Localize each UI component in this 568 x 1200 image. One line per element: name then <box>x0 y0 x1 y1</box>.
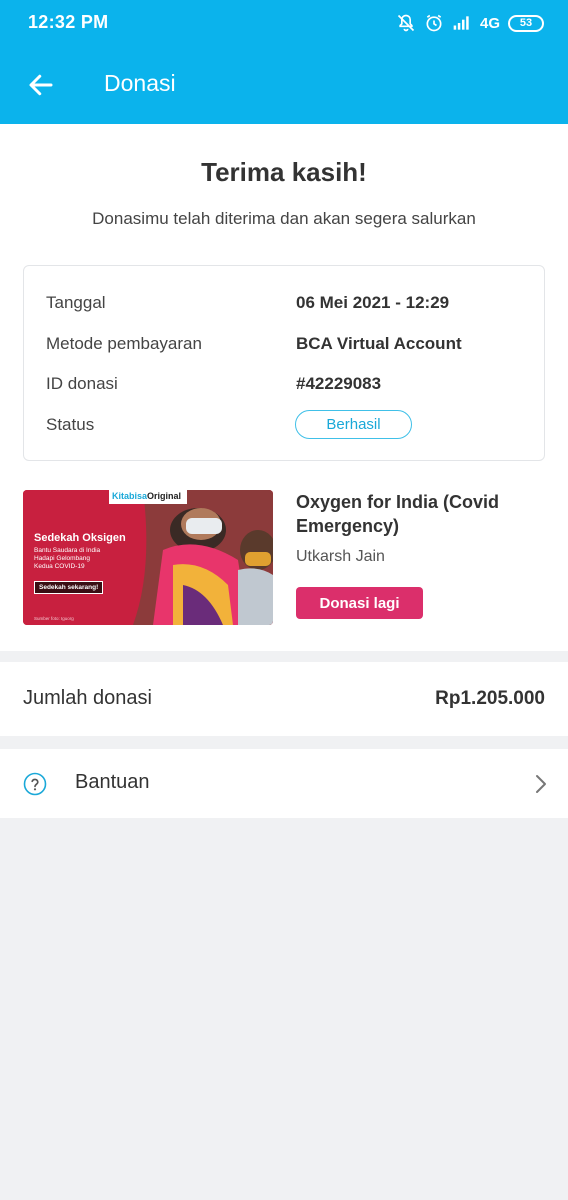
status-time: 12:32 PM <box>28 12 109 32</box>
campaign-image-text: Bantu Saudara di India Hadapi Gelombang … <box>34 547 101 570</box>
detail-row-donation-id: ID donasi #42229083 <box>46 374 524 398</box>
campaign-image-credit: Sumber foto: Iguorg <box>34 616 74 621</box>
thanks-subtitle: Donasimu telah diterima dan akan segera … <box>92 209 476 228</box>
donation-details: Tanggal 06 Mei 2021 - 12:29 Metode pemba… <box>23 265 545 461</box>
help-label: Bantuan <box>75 771 150 793</box>
help-row[interactable]: Bantuan <box>0 749 568 818</box>
battery-icon: 53 <box>508 14 544 32</box>
donation-amount-row: Jumlah donasi Rp1.205.000 <box>0 662 568 736</box>
campaign-image[interactable]: KitabisaOriginal Sedekah Oksigen Bantu S… <box>23 490 273 625</box>
amount-label: Jumlah donasi <box>23 687 152 709</box>
confirmation-card: Terima kasih! Donasimu telah diterima da… <box>0 124 568 651</box>
detail-value: #42229083 <box>296 374 382 393</box>
detail-label: Status <box>46 415 95 434</box>
campaign-brand: KitabisaOriginal <box>112 491 182 501</box>
detail-row-date: Tanggal 06 Mei 2021 - 12:29 <box>46 293 524 317</box>
detail-label: ID donasi <box>46 374 118 393</box>
app-bar: Donasi <box>0 46 568 124</box>
campaign-title[interactable]: Oxygen for India (Covid Emergency) <box>296 490 546 538</box>
status-badge: Berhasil <box>295 410 412 439</box>
donate-again-button[interactable]: Donasi lagi <box>296 587 423 619</box>
detail-value: BCA Virtual Account <box>296 334 462 353</box>
detail-label: Metode pembayaran <box>46 334 202 353</box>
campaign-image-headline: Sedekah Oksigen <box>34 532 126 544</box>
alarm-icon <box>426 14 442 32</box>
campaign-image-cta: Sedekah sekarang! <box>34 581 104 594</box>
chevron-right-icon <box>536 775 546 793</box>
campaign-author: Utkarsh Jain <box>296 548 385 565</box>
detail-row-status: Status Berhasil <box>46 410 524 439</box>
help-circle-icon <box>23 772 47 796</box>
network-type: 4G <box>479 14 500 32</box>
signal-icon <box>453 16 469 30</box>
arrow-left-icon[interactable] <box>26 70 56 100</box>
notifications-off-icon <box>397 14 415 32</box>
status-bar: 12:32 PM 4G 53 <box>0 0 568 46</box>
page-title: Donasi <box>104 70 176 96</box>
thanks-heading: Terima kasih! <box>201 157 367 187</box>
detail-row-payment-method: Metode pembayaran BCA Virtual Account <box>46 334 524 358</box>
amount-value: Rp1.205.000 <box>435 688 545 709</box>
status-icons: 4G 53 <box>396 11 544 35</box>
detail-label: Tanggal <box>46 293 106 312</box>
battery-level: 53 <box>519 17 533 29</box>
detail-value: 06 Mei 2021 - 12:29 <box>296 293 450 312</box>
